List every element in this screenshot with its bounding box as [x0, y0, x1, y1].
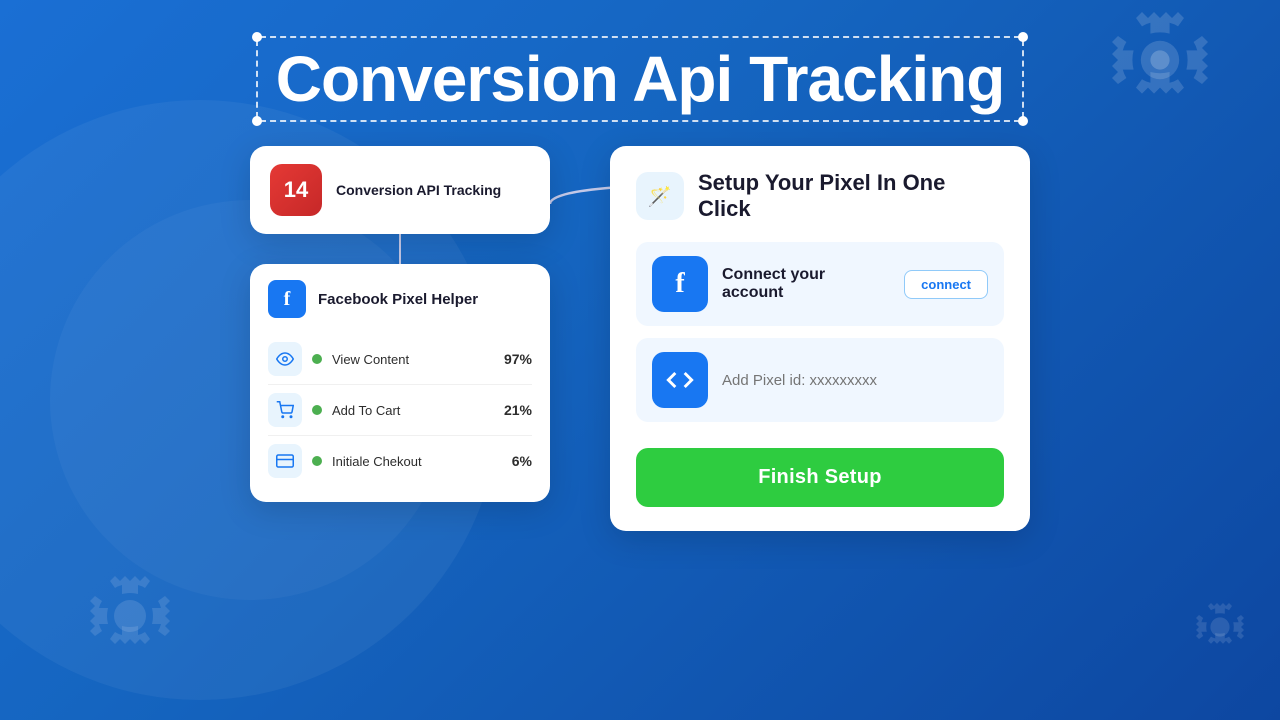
connect-account-row: f Connect your account connect	[636, 242, 1004, 326]
facebook-icon-large: f	[652, 256, 708, 312]
dashed-right	[1022, 40, 1024, 118]
code-icon	[666, 366, 694, 394]
metric-row-view-content: View Content 97%	[268, 334, 532, 385]
gear-decor-bottom-left	[80, 566, 180, 690]
code-icon-wrap	[652, 352, 708, 408]
left-column: 14 Conversion API Tracking f Facebook Pi…	[250, 146, 550, 502]
metric-pct-view: 97%	[504, 351, 532, 367]
cart-icon-wrap	[268, 393, 302, 427]
dashed-left	[256, 40, 258, 118]
pixel-id-input[interactable]	[722, 372, 988, 389]
eye-icon-wrap	[268, 342, 302, 376]
facebook-letter: f	[284, 288, 291, 311]
magic-wand-icon: 🪄	[646, 182, 674, 210]
facebook-letter-large: f	[675, 268, 684, 300]
conversion-api-card: 14 Conversion API Tracking	[250, 146, 550, 234]
gear-decor-bottom-right	[1190, 597, 1250, 670]
header: Conversion Api Tracking	[0, 0, 1280, 126]
header-title-wrapper: Conversion Api Tracking	[252, 32, 1029, 126]
metric-pct-cart: 21%	[504, 402, 532, 418]
metric-row-checkout: Initiale Chekout 6%	[268, 436, 532, 486]
helper-card-header: f Facebook Pixel Helper	[268, 280, 532, 318]
facebook-icon-small: f	[268, 280, 306, 318]
setup-pixel-card: 🪄 Setup Your Pixel In One Click f Connec…	[610, 146, 1030, 531]
page-title: Conversion Api Tracking	[276, 42, 1005, 116]
magic-icon-wrap: 🪄	[636, 172, 684, 220]
eye-icon	[276, 350, 294, 368]
dashed-top	[260, 36, 1021, 38]
credit-card-icon	[276, 452, 294, 470]
setup-card-header: 🪄 Setup Your Pixel In One Click	[636, 170, 1004, 222]
finish-setup-button[interactable]: Finish Setup	[636, 448, 1004, 507]
connect-button[interactable]: connect	[904, 270, 988, 299]
setup-card-title: Setup Your Pixel In One Click	[698, 170, 1004, 222]
dashed-bottom	[260, 120, 1021, 122]
metric-label-checkout: Initiale Chekout	[332, 454, 502, 469]
card-icon-wrap	[268, 444, 302, 478]
metric-dot-checkout	[312, 456, 322, 466]
pixel-id-row	[636, 338, 1004, 422]
conversion-api-title: Conversion API Tracking	[336, 182, 501, 198]
metric-label-cart: Add To Cart	[332, 403, 494, 418]
badge-number: 14	[270, 164, 322, 216]
metric-pct-checkout: 6%	[512, 453, 532, 469]
cart-icon	[276, 401, 294, 419]
helper-card-title: Facebook Pixel Helper	[318, 291, 478, 308]
svg-text:🪄: 🪄	[648, 185, 672, 208]
metric-row-add-to-cart: Add To Cart 21%	[268, 385, 532, 436]
metric-dot-view	[312, 354, 322, 364]
metric-label-view: View Content	[332, 352, 494, 367]
vertical-connector	[399, 234, 401, 264]
metric-dot-cart	[312, 405, 322, 415]
connect-account-label: Connect your account	[722, 266, 890, 302]
facebook-pixel-helper-card: f Facebook Pixel Helper View Content 97%	[250, 264, 550, 502]
